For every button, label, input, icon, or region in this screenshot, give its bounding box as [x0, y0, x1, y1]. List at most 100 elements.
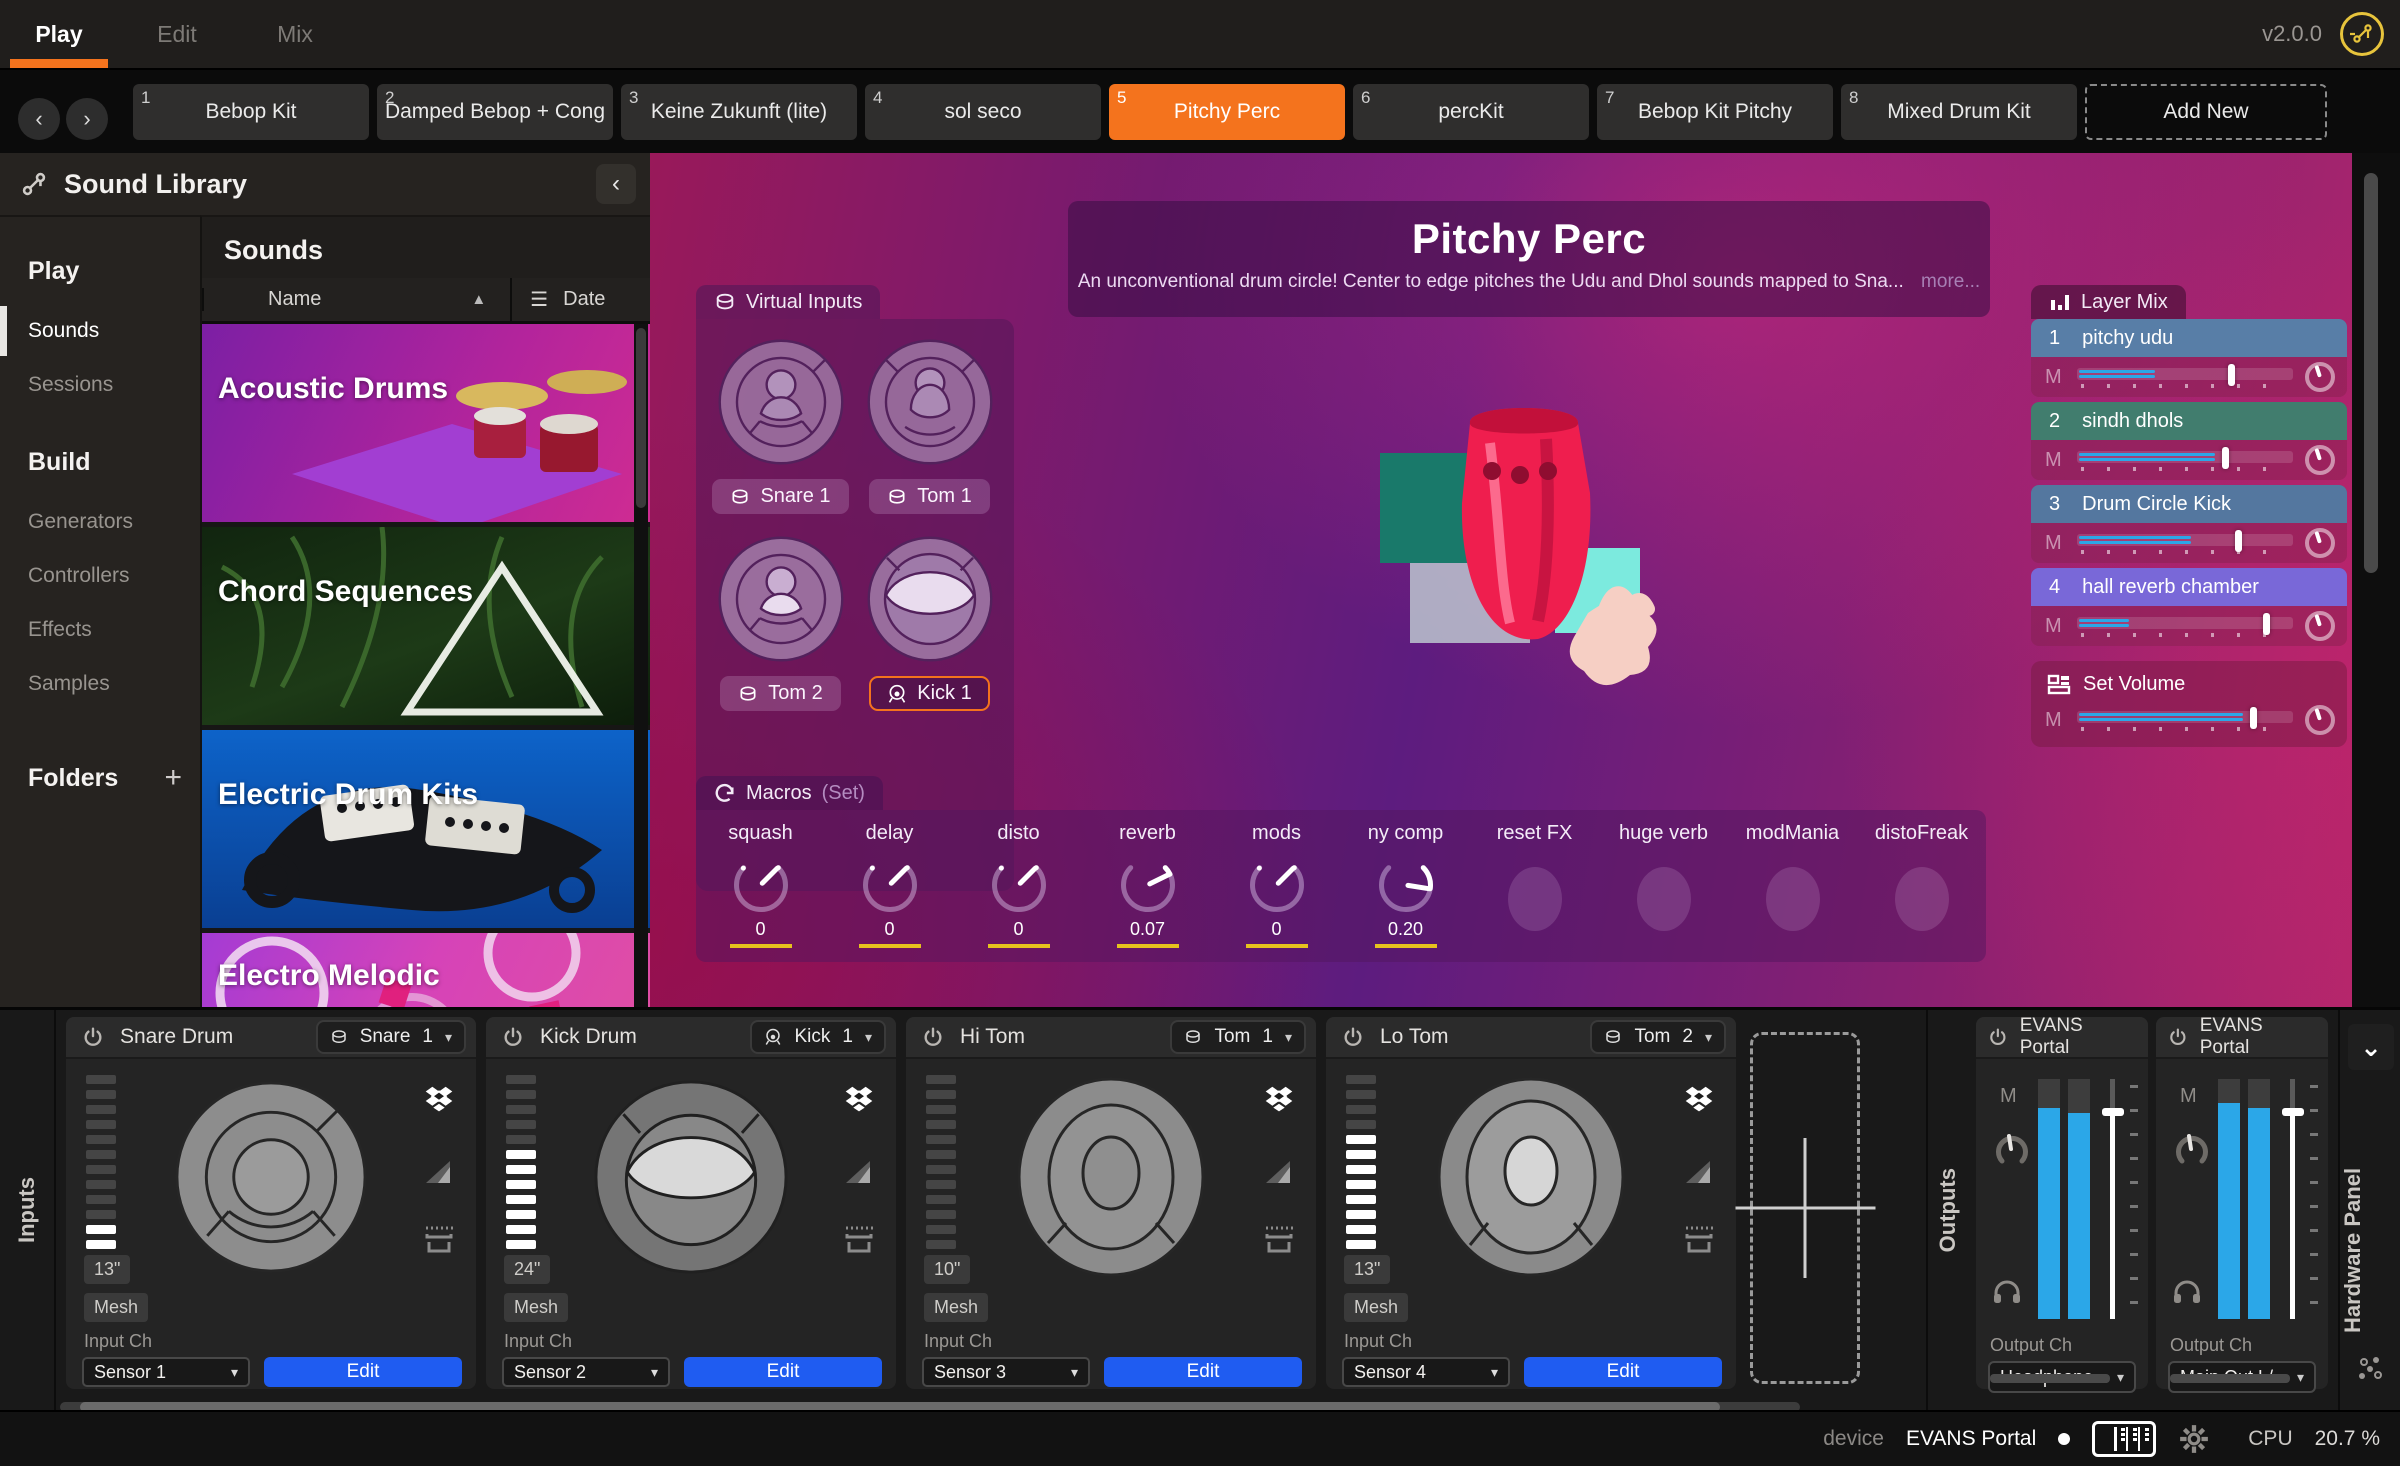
drum-pad-visual[interactable] [587, 1079, 795, 1275]
output-scrollbar[interactable] [1990, 1374, 2110, 1383]
layer-fader-handle[interactable] [2228, 364, 2235, 386]
drum-trap-icon[interactable] [1682, 1225, 1716, 1255]
add-folder-button[interactable]: + [164, 761, 182, 795]
headphones-icon[interactable] [1992, 1279, 2022, 1305]
more-link[interactable]: more... [1921, 271, 1980, 292]
layer-mute-button[interactable]: M [2045, 532, 2065, 555]
virtual-pad-kick-1[interactable] [863, 532, 997, 666]
column-header-date[interactable]: ☰ Date [510, 278, 650, 321]
layer-fader-handle[interactable] [2263, 613, 2270, 635]
power-icon[interactable] [2168, 1027, 2188, 1047]
drum-trap-icon[interactable] [842, 1225, 876, 1255]
brand-logo-icon[interactable] [2340, 12, 2384, 56]
power-icon[interactable] [1342, 1026, 1364, 1048]
sidebar-collapse-button[interactable]: ‹ [596, 164, 636, 204]
drum-trap-icon[interactable] [422, 1225, 456, 1255]
output-knob[interactable] [2172, 1129, 2212, 1169]
preset-prev-button[interactable]: ‹ [18, 98, 60, 140]
macro-knob[interactable] [987, 853, 1051, 917]
layer-mute-button[interactable]: M [2045, 615, 2065, 638]
virtual-input-label-kick-1[interactable]: Kick 1 [869, 676, 989, 711]
drum-pad-visual[interactable] [1436, 1077, 1626, 1277]
tab-edit[interactable]: Edit [118, 0, 236, 68]
drum-pad-visual[interactable] [1016, 1077, 1206, 1277]
macro-trigger-button[interactable] [1637, 867, 1691, 931]
volume-icon[interactable] [424, 1159, 454, 1185]
set-volume-fader-handle[interactable] [2250, 707, 2257, 729]
edit-button[interactable]: Edit [684, 1357, 882, 1387]
virtual-input-label-snare-1[interactable]: Snare 1 [712, 479, 848, 514]
virtual-input-label-tom-1[interactable]: Tom 1 [869, 479, 989, 514]
sensor-select[interactable]: Sensor 1 ▾ [82, 1357, 250, 1387]
output-mute-button[interactable]: M [2180, 1085, 2197, 1108]
sensor-select[interactable]: Sensor 4 ▾ [1342, 1357, 1510, 1387]
sidebar-item-controllers[interactable]: Controllers [0, 549, 200, 603]
output-fader[interactable] [2284, 1079, 2314, 1319]
layer-header[interactable]: 2 sindh dhols [2031, 402, 2347, 440]
sound-card-electro-melodic[interactable]: Electro Melodic [202, 933, 650, 1007]
layer-mute-button[interactable]: M [2045, 366, 2065, 389]
volume-icon[interactable] [844, 1159, 874, 1185]
output-fader[interactable] [2104, 1079, 2134, 1319]
add-input-slot[interactable] [1750, 1032, 1860, 1384]
virtual-pad-tom-2[interactable] [714, 532, 848, 666]
sounds-list-scrollbar[interactable] [634, 324, 648, 1007]
output-knob[interactable] [1992, 1129, 2032, 1169]
sound-pack-icon[interactable] [1260, 1081, 1298, 1119]
sidebar-item-sounds[interactable]: Sounds [0, 304, 200, 358]
layer-header[interactable]: 1 pitchy udu [2031, 319, 2347, 357]
sidebar-item-samples[interactable]: Samples [0, 657, 200, 711]
virtual-input-select[interactable]: Snare 1 ▾ [316, 1020, 466, 1054]
output-mute-button[interactable]: M [2000, 1085, 2017, 1108]
layer-pan-knob[interactable] [2305, 611, 2335, 641]
preset-slot-8[interactable]: 8Mixed Drum Kit [1841, 84, 2077, 140]
virtual-pad-tom-1[interactable] [863, 335, 997, 469]
set-volume-knob[interactable] [2305, 705, 2335, 735]
layer-fader[interactable] [2077, 366, 2293, 388]
layer-header[interactable]: 4 hall reverb chamber [2031, 568, 2347, 606]
sound-card-acoustic-drums[interactable]: Acoustic Drums [202, 324, 650, 522]
layer-pan-knob[interactable] [2305, 445, 2335, 475]
tab-play[interactable]: Play [0, 0, 118, 68]
sound-pack-icon[interactable] [840, 1081, 878, 1119]
virtual-input-select[interactable]: Kick 1 ▾ [750, 1020, 886, 1054]
output-scrollbar[interactable] [2170, 1374, 2290, 1383]
sidebar-item-sessions[interactable]: Sessions [0, 358, 200, 412]
sensor-select[interactable]: Sensor 2 ▾ [502, 1357, 670, 1387]
layer-fader[interactable] [2077, 615, 2293, 637]
preset-slot-5-active[interactable]: 5Pitchy Perc [1109, 84, 1345, 140]
volume-icon[interactable] [1684, 1159, 1714, 1185]
set-volume-mute-button[interactable]: M [2045, 709, 2065, 732]
virtual-input-select[interactable]: Tom 2 ▾ [1590, 1020, 1726, 1054]
virtual-pad-snare-1[interactable] [714, 335, 848, 469]
edit-button[interactable]: Edit [264, 1357, 462, 1387]
add-new-preset-button[interactable]: Add New [2085, 84, 2327, 140]
output-fader-handle[interactable] [2102, 1108, 2124, 1116]
layer-pan-knob[interactable] [2305, 362, 2335, 392]
sound-card-chord-sequences[interactable]: Chord Sequences [202, 527, 650, 725]
output-fader-handle[interactable] [2282, 1108, 2304, 1116]
layer-mute-button[interactable]: M [2045, 449, 2065, 472]
tab-mix[interactable]: Mix [236, 0, 354, 68]
macro-knob[interactable] [858, 853, 922, 917]
macro-trigger-button[interactable] [1766, 867, 1820, 931]
sound-pack-icon[interactable] [1680, 1081, 1718, 1119]
preset-slot-6[interactable]: 6percKit [1353, 84, 1589, 140]
preset-slot-1[interactable]: 1Bebop Kit [133, 84, 369, 140]
sidebar-item-effects[interactable]: Effects [0, 603, 200, 657]
edit-button[interactable]: Edit [1104, 1357, 1302, 1387]
layer-pan-knob[interactable] [2305, 528, 2335, 558]
edit-button[interactable]: Edit [1524, 1357, 1722, 1387]
virtual-input-select[interactable]: Tom 1 ▾ [1170, 1020, 1306, 1054]
layer-fader-handle[interactable] [2235, 530, 2242, 552]
device-hardware-icon[interactable] [2092, 1421, 2156, 1457]
preset-slot-7[interactable]: 7Bebop Kit Pitchy [1597, 84, 1833, 140]
dots-icon[interactable] [2356, 1354, 2386, 1384]
headphones-icon[interactable] [2172, 1279, 2202, 1305]
virtual-input-label-tom-2[interactable]: Tom 2 [720, 676, 840, 711]
power-icon[interactable] [922, 1026, 944, 1048]
preset-next-button[interactable]: › [66, 98, 108, 140]
macro-knob[interactable] [729, 853, 793, 917]
drum-pad-visual[interactable] [173, 1079, 369, 1275]
sound-card-electric-drum-kits[interactable]: Electric Drum Kits [202, 730, 650, 928]
